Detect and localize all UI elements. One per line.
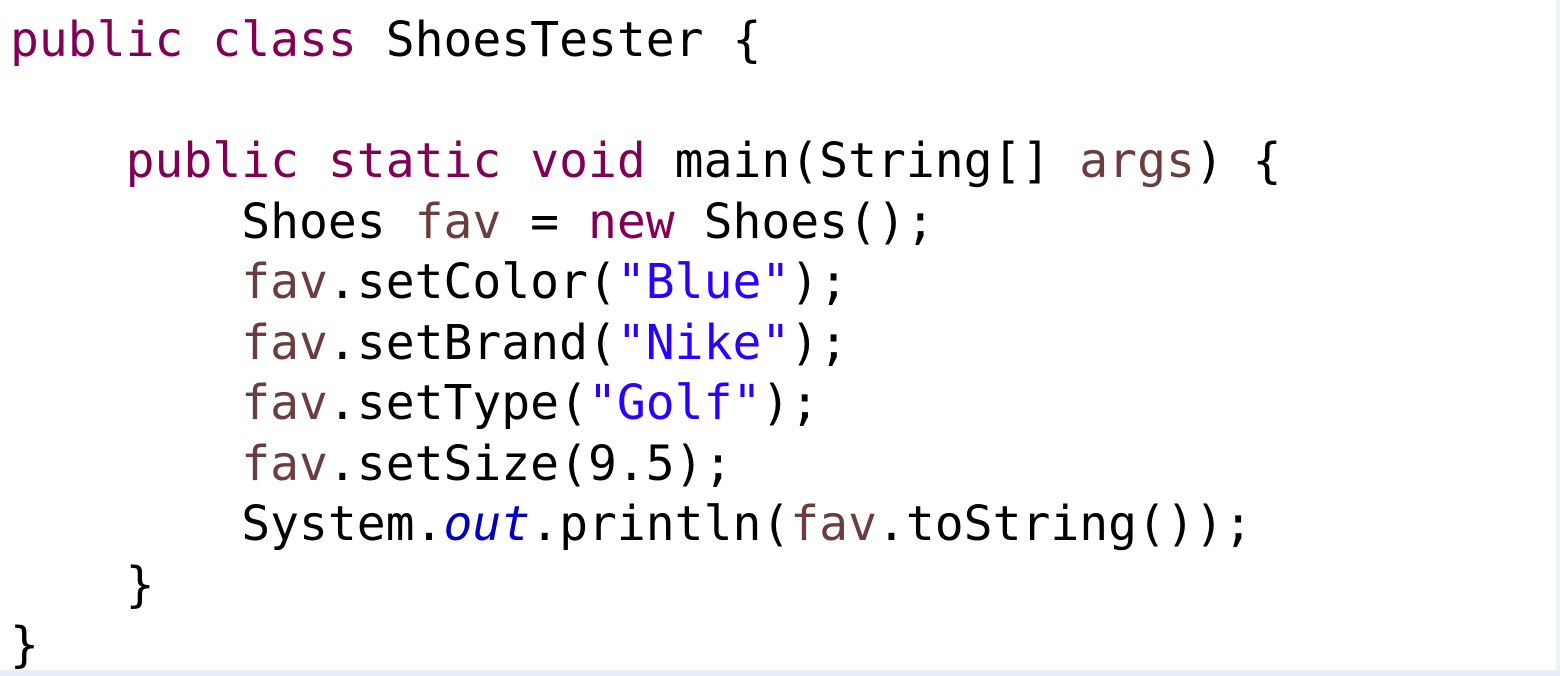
variable-token: fav — [241, 314, 328, 371]
code-line[interactable]: fav.setSize(9.5); — [10, 434, 1282, 495]
code-token: .setColor( — [327, 254, 617, 310]
code-text-area[interactable]: public class ShoesTester { public static… — [10, 10, 1282, 676]
keyword-token: public — [125, 133, 299, 189]
static-field-token: out — [443, 496, 531, 552]
code-token: .setType( — [327, 375, 588, 431]
code-token: ); — [761, 375, 820, 431]
code-token: .println( — [530, 496, 791, 552]
code-line[interactable] — [10, 71, 1282, 132]
code-line[interactable]: fav.setColor("Blue"); — [10, 252, 1282, 313]
code-token: = — [501, 193, 588, 250]
keyword-token: new — [587, 193, 675, 250]
keyword-token: static — [327, 133, 502, 189]
code-token: ) { — [1194, 133, 1282, 189]
variable-token: fav — [241, 435, 328, 492]
code-token: System. — [10, 496, 444, 552]
editor-right-edge — [1556, 0, 1560, 676]
code-line[interactable]: Shoes fav = new Shoes(); — [10, 192, 1282, 253]
code-line[interactable]: fav.setType("Golf"); — [10, 373, 1282, 434]
code-line[interactable]: fav.setBrand("Nike"); — [10, 313, 1282, 374]
code-token: .setSize(9.5); — [327, 435, 733, 492]
code-token: } — [10, 556, 155, 613]
code-token: } — [10, 617, 39, 673]
code-line[interactable]: } — [10, 555, 1282, 616]
code-token: main(String[] — [645, 133, 1080, 189]
code-editor[interactable]: public class ShoesTester { public static… — [0, 0, 1560, 676]
code-line[interactable]: System.out.println(fav.toString()); — [10, 494, 1282, 555]
keyword-token: class — [212, 12, 357, 68]
keyword-token: public — [10, 12, 184, 68]
variable-token: fav — [241, 254, 328, 310]
string-literal-token: "Golf" — [587, 375, 762, 431]
variable-token: args — [1079, 133, 1195, 189]
code-token: ShoesTester { — [356, 12, 762, 68]
string-literal-token: "Nike" — [616, 314, 791, 371]
code-token: ); — [790, 254, 849, 310]
code-token: .toString()); — [876, 496, 1253, 552]
code-line[interactable]: } — [10, 615, 1282, 676]
variable-token: fav — [241, 375, 328, 431]
editor-bottom-edge — [0, 670, 1560, 676]
code-line[interactable]: public class ShoesTester { — [10, 10, 1282, 71]
code-line[interactable]: public static void main(String[] args) { — [10, 131, 1282, 192]
string-literal-token: "Blue" — [616, 254, 791, 310]
keyword-token: void — [530, 133, 646, 189]
code-token: Shoes — [10, 193, 415, 250]
variable-token: fav — [790, 496, 877, 552]
variable-token: fav — [414, 193, 502, 250]
code-token: ); — [790, 314, 849, 371]
code-token: Shoes(); — [674, 193, 935, 250]
code-token: .setBrand( — [327, 314, 617, 371]
